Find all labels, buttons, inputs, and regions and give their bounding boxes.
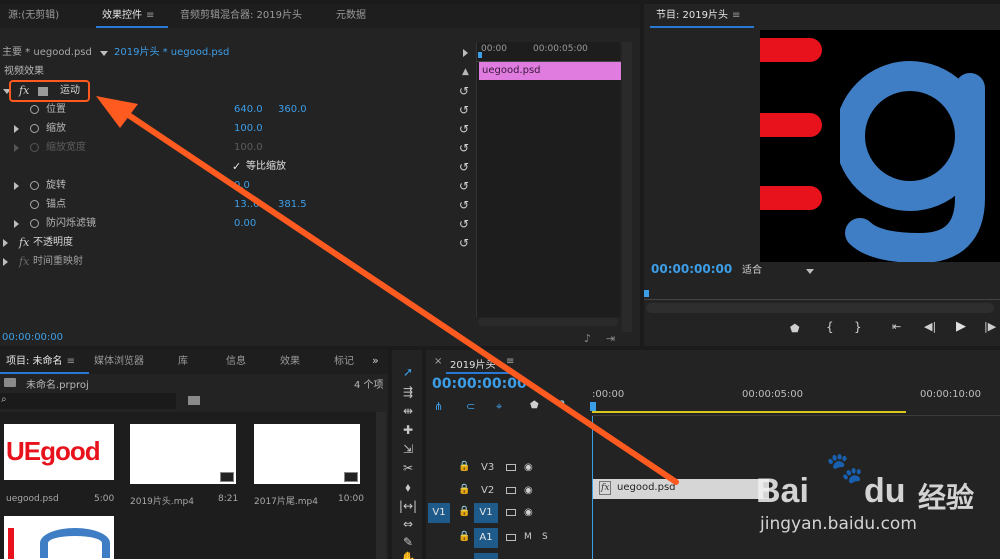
- watermark-brand: Bai: [756, 472, 809, 510]
- watermark-brand-cn: 经验: [918, 481, 975, 514]
- baidu-watermark: 🐾 Bai du 经验 jingyan.baidu.com: [756, 452, 996, 542]
- watermark-url: jingyan.baidu.com: [760, 514, 917, 534]
- paw-icon: 🐾: [826, 451, 864, 486]
- watermark-brand-suffix: du: [864, 472, 906, 510]
